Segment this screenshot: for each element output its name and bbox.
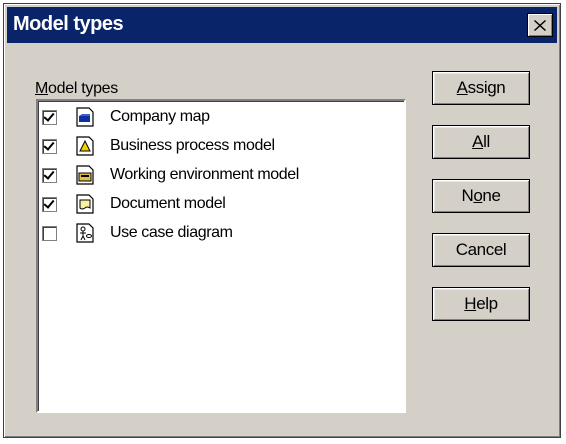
checkbox-business-process[interactable] [42,138,57,154]
none-label-end: ne [482,186,501,205]
close-button[interactable] [527,13,553,37]
none-button[interactable]: No ne [432,179,530,213]
model-types-dialog: Model types Model types Company map Busi… [3,3,561,438]
use-case-icon [76,223,94,243]
list-item-business-process[interactable]: Business process model [42,132,382,160]
dialog-title: Model types [13,13,124,35]
help-accelerator: H [464,294,477,313]
item-label: Working environment model [110,166,299,183]
item-label: Use case diagram [110,224,233,241]
help-label: elp [476,294,498,313]
label-text: odel types [48,80,118,97]
label-accelerator: M [35,80,49,97]
list-item-company-map[interactable]: Company map [42,103,382,131]
title-bar[interactable]: Model types [7,7,557,43]
none-label-start: N [461,186,474,205]
none-accelerator: o [473,186,483,205]
checkbox-document-model[interactable] [42,196,57,212]
all-accelerator: A [472,132,484,151]
business-process-icon [76,136,94,156]
checkbox-company-map[interactable] [42,109,57,125]
assign-accelerator: A [456,78,468,97]
company-map-icon [76,107,94,127]
all-label: ll [483,132,490,151]
model-types-list-label: Model types [35,80,118,98]
checkbox-use-case[interactable] [42,225,57,241]
assign-button[interactable]: Assign [432,71,530,105]
list-item-use-case[interactable]: Use case diagram [42,219,382,247]
item-label: Document model [110,195,226,212]
document-model-icon [76,194,94,214]
cancel-button[interactable]: Cancel [432,233,530,267]
help-button[interactable]: Help [432,287,530,321]
assign-label: ssign [467,78,506,97]
working-environment-icon [76,165,94,185]
close-icon [534,19,546,31]
list-item-document-model[interactable]: Document model [42,190,382,218]
all-button[interactable]: All [432,125,530,159]
item-label: Business process model [110,137,275,154]
list-item-working-environment[interactable]: Working environment model [42,161,382,189]
checkbox-working-environment[interactable] [42,167,57,183]
item-label: Company map [110,108,210,125]
model-types-listbox[interactable]: Company map Business process model Worki… [36,99,406,413]
